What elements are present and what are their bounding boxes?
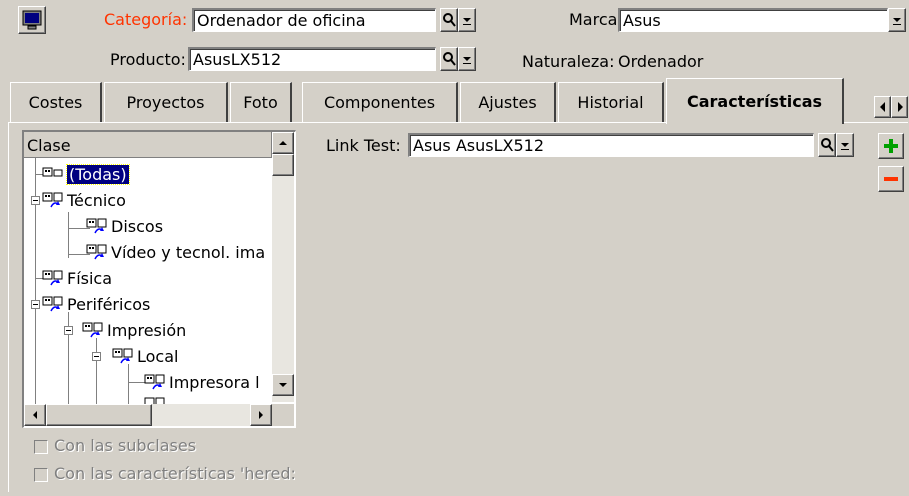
marca-label: Marca: <box>569 10 623 29</box>
app-icon-button[interactable] <box>18 6 46 34</box>
tab-label: Historial <box>577 93 644 112</box>
computer-icon <box>22 10 42 30</box>
tree-item-label: Técnico <box>67 190 126 210</box>
perifericos-collapse-toggle[interactable] <box>31 300 40 309</box>
tecnico-collapse-toggle[interactable] <box>31 196 40 205</box>
class-link-icon <box>42 191 64 209</box>
marca-dropdown-button[interactable] <box>888 8 906 32</box>
impresion-collapse-toggle[interactable] <box>64 326 73 335</box>
tree-item-tecnico[interactable]: Técnico <box>42 188 126 212</box>
arrow-right-icon <box>259 411 263 419</box>
arrow-down-icon <box>893 18 901 25</box>
class-link-icon <box>42 269 64 287</box>
class-icon <box>42 165 64 183</box>
tree-item-label: (Todas) <box>66 163 130 185</box>
scroll-down-button[interactable] <box>272 374 294 396</box>
tree-item-label: Periféricos <box>67 294 151 314</box>
arrow-left-icon <box>879 102 885 112</box>
link-test-field[interactable]: Asus AsusLX512 <box>408 133 814 157</box>
scroll-thumb[interactable] <box>272 154 294 176</box>
class-tree[interactable]: Clase (Todas) Técnico Discos Vídeo y tec… <box>22 130 296 428</box>
class-link-icon <box>42 295 64 313</box>
categoria-label: Categoría: <box>104 10 188 29</box>
tree-item-label: Discos <box>111 216 164 236</box>
arrow-down-icon <box>279 383 287 387</box>
categoria-field[interactable]: Ordenador de oficina <box>192 8 436 32</box>
naturaleza-value: Ordenador <box>618 52 704 71</box>
tree-item-fisica[interactable]: Física <box>42 266 112 290</box>
subclases-label: Con las subclases <box>54 436 197 455</box>
categoria-dropdown-button[interactable] <box>458 8 476 32</box>
class-link-icon <box>144 373 166 391</box>
scroll-up-button[interactable] <box>272 132 294 154</box>
scroll-right-button[interactable] <box>250 404 272 426</box>
tab-foto[interactable]: Foto <box>230 82 292 122</box>
remove-button[interactable] <box>878 166 904 192</box>
class-link-icon <box>82 321 104 339</box>
tree-item-todas[interactable]: (Todas) <box>42 162 130 186</box>
tree-item-label: Impresión <box>107 320 187 340</box>
scroll-left-button[interactable] <box>24 404 46 426</box>
producto-field[interactable]: AsusLX512 <box>188 47 436 71</box>
magnifier-icon <box>443 13 456 27</box>
marca-field[interactable]: Asus <box>618 8 888 32</box>
subclases-checkbox[interactable] <box>34 440 48 454</box>
tab-label: Costes <box>28 93 83 112</box>
tree-vertical-scrollbar[interactable] <box>272 132 294 402</box>
magnifier-icon <box>821 138 834 152</box>
arrow-right-icon <box>897 102 903 112</box>
tree-header-label: Clase <box>27 136 71 155</box>
tree-column-header[interactable]: Clase <box>24 132 272 158</box>
class-link-icon <box>86 243 108 261</box>
tab-costes[interactable]: Costes <box>10 82 102 122</box>
tab-proyectos[interactable]: Proyectos <box>104 82 228 122</box>
class-link-icon <box>112 347 134 365</box>
local-collapse-toggle[interactable] <box>92 352 101 361</box>
tab-componentes[interactable]: Componentes <box>302 82 458 122</box>
tab-label: Foto <box>243 93 278 112</box>
tab-historial[interactable]: Historial <box>558 82 664 122</box>
class-icon-partial <box>144 396 166 404</box>
tree-item-video[interactable]: Vídeo y tecnol. ima <box>86 240 265 264</box>
tree-item-perifericos[interactable]: Periféricos <box>42 292 150 316</box>
tab-label: Características <box>686 92 823 111</box>
tree-item-discos[interactable]: Discos <box>86 214 163 238</box>
naturaleza-label: Naturaleza: <box>522 52 615 71</box>
tree-item-label: Impresora l <box>169 372 260 392</box>
producto-search-button[interactable] <box>440 47 458 71</box>
link-test-dropdown-button[interactable] <box>836 133 854 157</box>
arrow-left-icon <box>33 411 37 419</box>
minus-icon <box>884 177 898 181</box>
tree-item-label: Vídeo y tecnol. ima <box>111 242 266 262</box>
add-button[interactable] <box>878 133 904 159</box>
heredadas-label: Con las características 'hered: <box>54 464 296 483</box>
tree-item-local[interactable]: Local <box>112 344 178 368</box>
producto-dropdown-button[interactable] <box>458 47 476 71</box>
tab-label: Componentes <box>323 93 436 112</box>
categoria-search-button[interactable] <box>440 8 458 32</box>
tree-item-label: Local <box>137 346 179 366</box>
tree-item-impresion[interactable]: Impresión <box>82 318 186 342</box>
arrow-down-icon <box>463 18 471 25</box>
arrow-down-icon <box>463 57 471 64</box>
scroll-h-thumb[interactable] <box>46 404 152 426</box>
tree-horizontal-scrollbar[interactable] <box>24 404 272 426</box>
tree-item-label: Física <box>67 268 113 288</box>
tab-scroll-left-button[interactable] <box>874 96 891 118</box>
producto-label: Producto: <box>110 50 186 69</box>
tab-label: Proyectos <box>126 93 205 112</box>
plus-icon <box>884 139 898 153</box>
magnifier-icon <box>443 52 456 66</box>
tab-caracteristicas[interactable]: Características <box>666 78 844 124</box>
tab-label: Ajustes <box>478 93 537 112</box>
tab-ajustes[interactable]: Ajustes <box>460 82 556 122</box>
class-link-icon <box>86 217 108 235</box>
arrow-up-icon <box>279 141 287 145</box>
tab-scroll-right-button[interactable] <box>891 96 908 118</box>
tree-item-impresora[interactable]: Impresora l <box>144 370 260 394</box>
arrow-down-icon <box>841 143 849 150</box>
heredadas-checkbox[interactable] <box>34 468 48 482</box>
link-test-search-button[interactable] <box>818 133 836 157</box>
link-test-label: Link Test: <box>326 136 401 155</box>
